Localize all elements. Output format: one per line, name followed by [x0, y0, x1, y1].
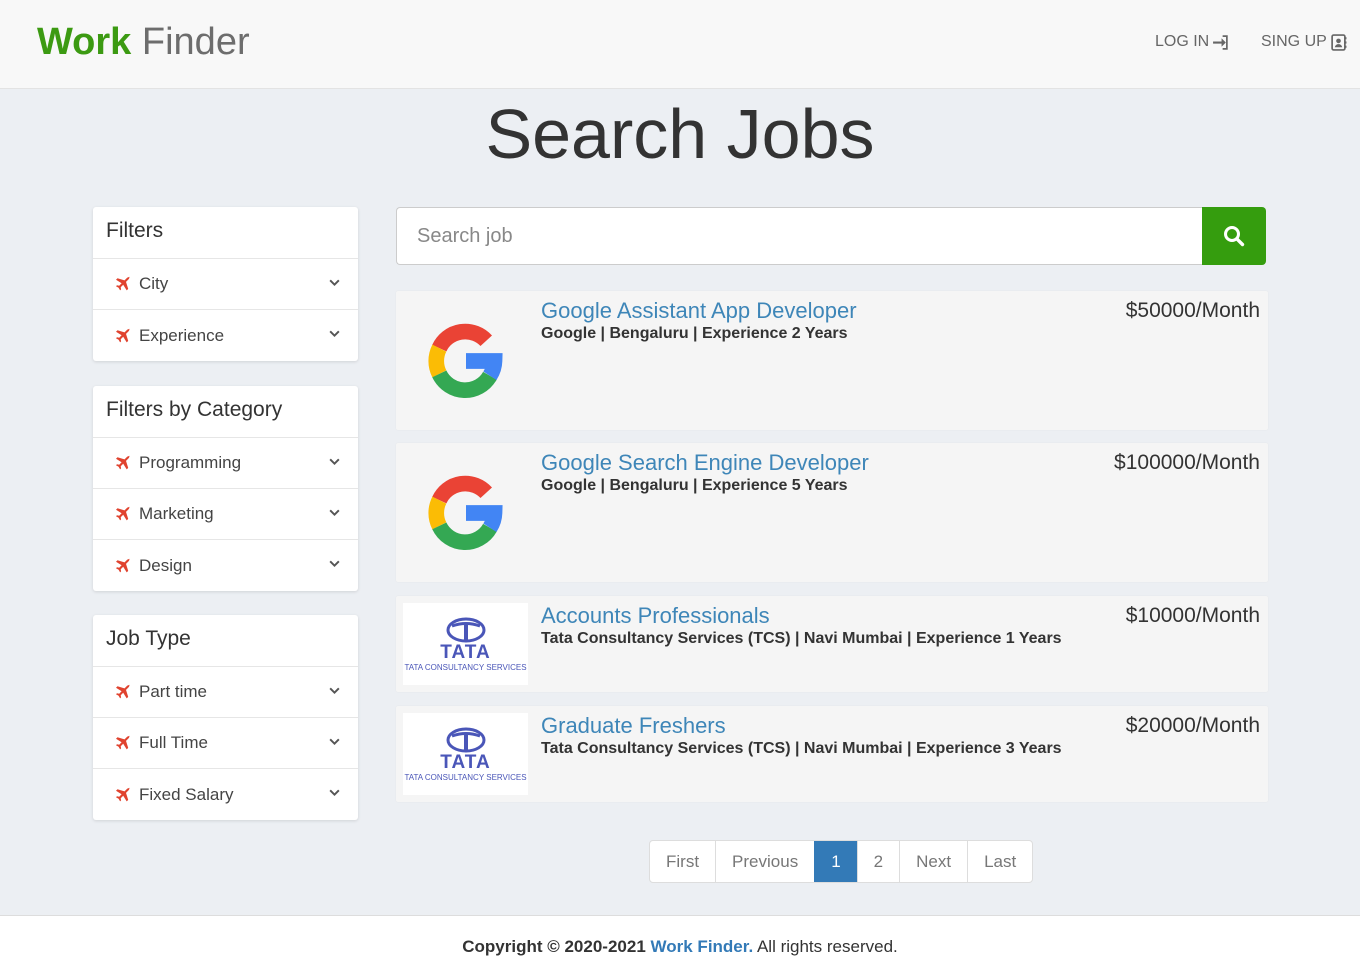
job-meta: Tata Consultancy Services (TCS) | Navi M…: [541, 630, 1062, 647]
brand-light: Finder: [141, 21, 250, 63]
filter-experience[interactable]: Experience: [93, 310, 358, 361]
tata-wordmark: TATA: [440, 641, 491, 663]
job-type-panel-title: Job Type: [93, 615, 358, 667]
plane-icon: [116, 557, 130, 572]
google-g-icon: [427, 475, 503, 550]
job-type-fixed-salary-label: Fixed Salary: [139, 784, 234, 804]
job-type-panel: Job Type Part time Full Time Fixed Salar…: [93, 615, 358, 820]
footer-brand-link[interactable]: Work Finder.: [651, 937, 754, 956]
plane-icon: [116, 684, 130, 699]
job-salary: $50000/Month: [1125, 299, 1260, 322]
brand-logo[interactable]: Work Finder: [37, 20, 250, 64]
job-type-full-time[interactable]: Full Time: [93, 718, 358, 769]
chevron-down-icon: [329, 509, 340, 517]
job-card[interactable]: Google Assistant App Developer Google | …: [396, 291, 1268, 430]
job-salary: $20000/Month: [1125, 714, 1260, 737]
page-1[interactable]: 1: [814, 841, 857, 882]
tata-logo: TATA TATA CONSULTANCY SERVICES: [403, 603, 528, 685]
page-first[interactable]: First: [650, 841, 715, 882]
filter-experience-label: Experience: [139, 325, 225, 345]
footer-rights: All rights reserved.: [756, 937, 898, 956]
chevron-down-icon: [329, 458, 340, 466]
category-design-label: Design: [139, 555, 192, 575]
google-g-icon: [427, 323, 503, 398]
job-type-part-time-label: Part time: [139, 682, 208, 701]
category-programming-label: Programming: [139, 453, 242, 472]
tata-logo: TATA TATA CONSULTANCY SERVICES: [403, 713, 528, 795]
search-bar: [396, 207, 1266, 265]
chevron-down-icon: [329, 738, 340, 746]
tata-subtitle: TATA CONSULTANCY SERVICES: [404, 662, 527, 672]
tata-emblem-icon: [446, 617, 485, 642]
pagination: First Previous 1 2 Next Last: [649, 840, 1034, 883]
plane-icon: [116, 327, 130, 342]
sign-in-icon: [1213, 34, 1228, 50]
tata-wordmark: TATA: [440, 751, 491, 773]
google-logo: [403, 455, 528, 570]
plane-icon: [116, 506, 130, 521]
filter-city-label: City: [139, 274, 169, 293]
footer: Copyright © 2020-2021 Work Finder. All r…: [0, 915, 1360, 977]
job-type-full-time-label: Full Time: [139, 733, 208, 752]
job-title-link[interactable]: Google Search Engine Developer: [541, 450, 869, 476]
plane-icon: [116, 455, 130, 470]
signup-label: SING UP: [1261, 33, 1327, 50]
chevron-down-icon: [329, 330, 340, 338]
chevron-down-icon: [329, 560, 340, 568]
search-button[interactable]: [1202, 207, 1266, 265]
footer-copyright: Copyright © 2020-2021: [462, 937, 646, 956]
plane-icon: [116, 786, 130, 801]
page-2[interactable]: 2: [856, 841, 899, 882]
search-input[interactable]: [396, 207, 1203, 265]
category-marketing-label: Marketing: [139, 504, 214, 523]
job-title-link[interactable]: Google Assistant App Developer: [541, 298, 857, 324]
google-logo: [403, 303, 528, 418]
job-meta: Google | Bengaluru | Experience 2 Years: [541, 325, 848, 342]
tata-subtitle: TATA CONSULTANCY SERVICES: [404, 772, 527, 782]
search-icon: [1224, 226, 1245, 247]
category-marketing[interactable]: Marketing: [93, 489, 358, 540]
page-previous[interactable]: Previous: [715, 841, 814, 882]
category-design[interactable]: Design: [93, 540, 358, 591]
filters-panel: Filters City Experience: [93, 207, 358, 361]
job-title-link[interactable]: Graduate Freshers: [541, 713, 726, 739]
login-link[interactable]: LOG IN: [1155, 33, 1229, 51]
job-meta: Google | Bengaluru | Experience 5 Years: [541, 477, 848, 494]
category-panel: Filters by Category Programming Marketin…: [93, 386, 358, 591]
page-next[interactable]: Next: [899, 841, 967, 882]
job-meta: Tata Consultancy Services (TCS) | Navi M…: [541, 740, 1062, 757]
chevron-down-icon: [329, 789, 340, 797]
filter-city[interactable]: City: [93, 259, 358, 310]
job-title-link[interactable]: Accounts Professionals: [541, 603, 770, 629]
job-type-part-time[interactable]: Part time: [93, 667, 358, 718]
tata-emblem-icon: [446, 727, 485, 752]
job-salary: $100000/Month: [1114, 451, 1260, 474]
navbar: Work Finder LOG IN SING UP: [0, 0, 1360, 89]
job-card[interactable]: TATA TATA CONSULTANCY SERVICES Accounts …: [396, 596, 1268, 692]
category-panel-title: Filters by Category: [93, 386, 358, 438]
page-last[interactable]: Last: [967, 841, 1032, 882]
plane-icon: [116, 276, 130, 291]
brand-strong: Work: [37, 21, 132, 63]
plane-icon: [116, 735, 130, 750]
chevron-down-icon: [329, 687, 340, 695]
job-salary: $10000/Month: [1125, 604, 1260, 627]
signup-link[interactable]: SING UP: [1261, 33, 1347, 51]
category-programming[interactable]: Programming: [93, 438, 358, 489]
job-card[interactable]: TATA TATA CONSULTANCY SERVICES Graduate …: [396, 706, 1268, 802]
login-label: LOG IN: [1155, 33, 1210, 50]
filters-panel-title: Filters: [93, 207, 358, 259]
address-book-icon: [1331, 33, 1347, 51]
job-card[interactable]: Google Search Engine Developer Google | …: [396, 443, 1268, 582]
page-title: Search Jobs: [485, 95, 875, 173]
chevron-down-icon: [329, 279, 340, 287]
job-type-fixed-salary[interactable]: Fixed Salary: [93, 769, 358, 820]
